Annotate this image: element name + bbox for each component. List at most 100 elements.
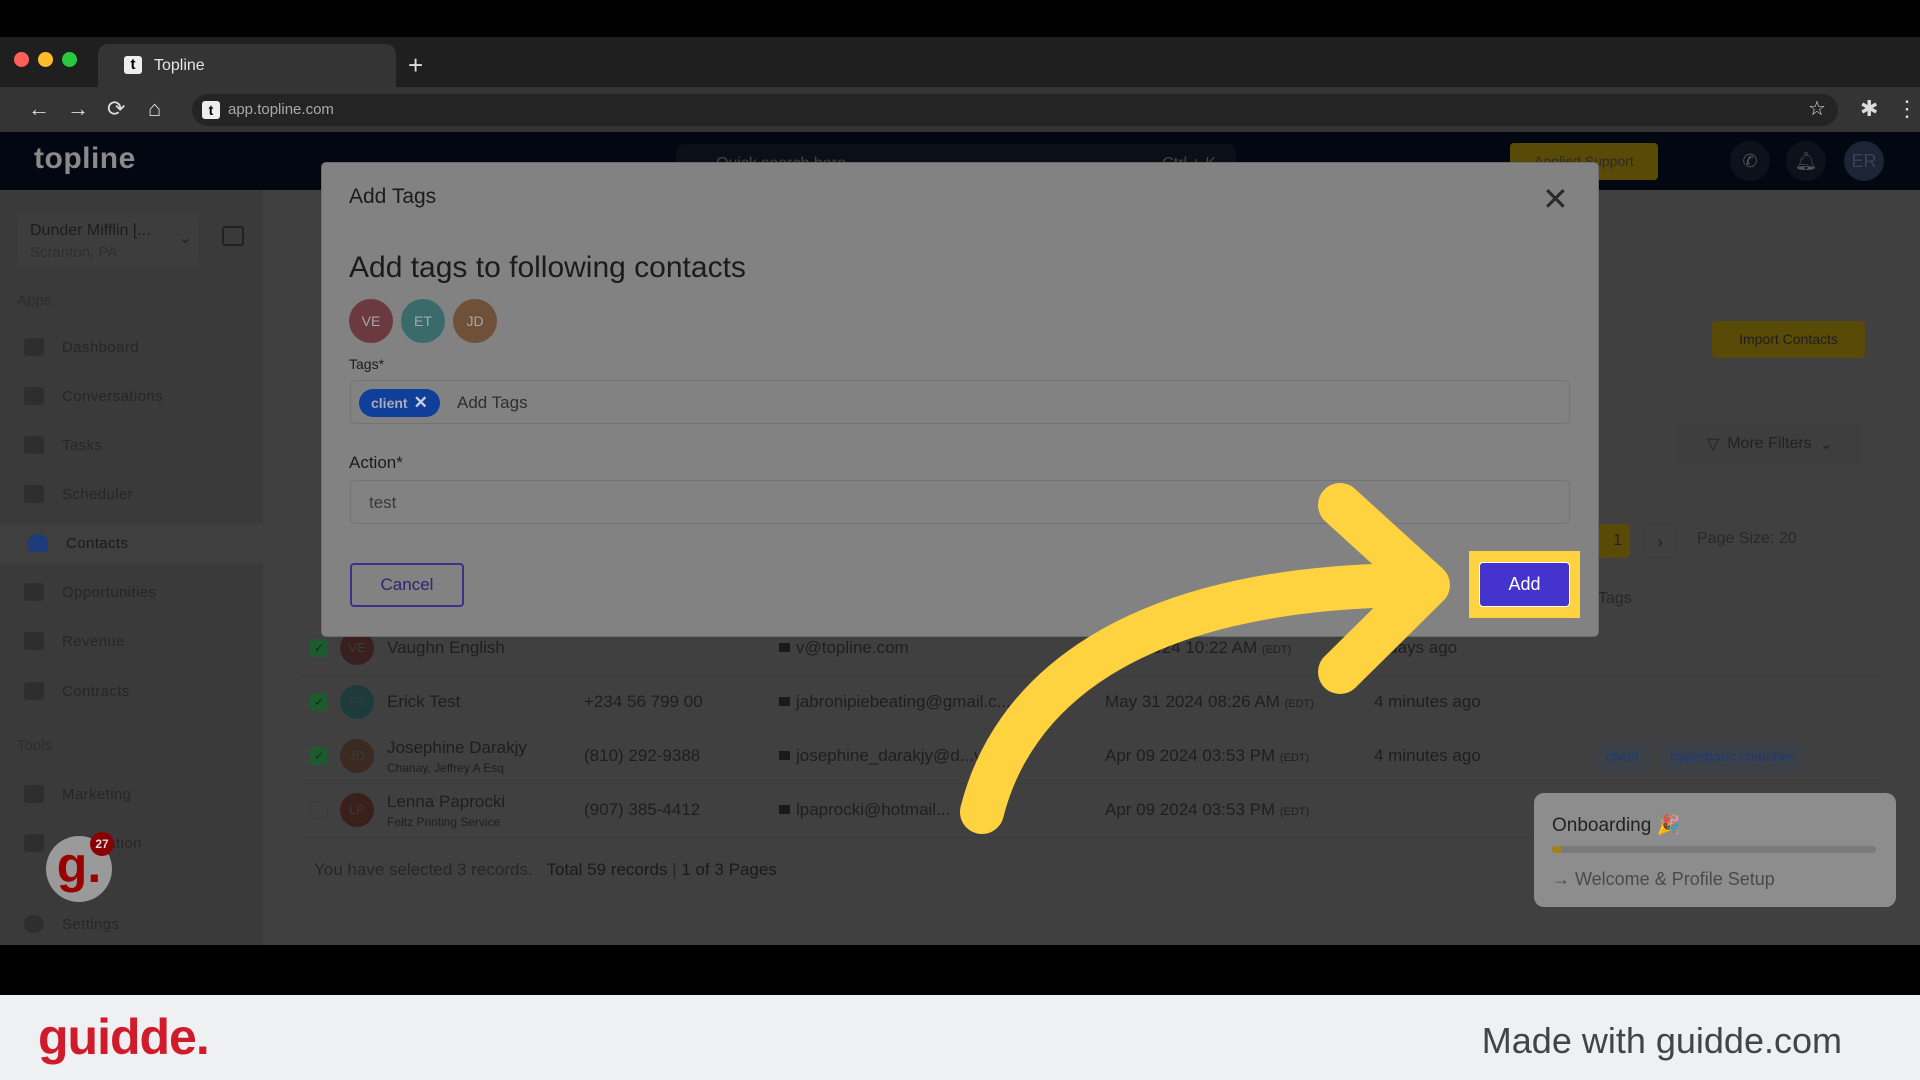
- avatar: LP: [340, 793, 374, 827]
- home-icon[interactable]: ⌂: [148, 96, 161, 122]
- tags-input[interactable]: client ✕ Add Tags: [350, 380, 1570, 424]
- browser-tab[interactable]: t Topline: [98, 44, 396, 87]
- screen-bottom: [0, 945, 1920, 995]
- document-icon: [24, 682, 44, 700]
- back-icon[interactable]: ←: [28, 96, 50, 122]
- onboarding-progress-fill: [1552, 846, 1562, 853]
- sidebar-item-dashboard[interactable]: Dashboard: [20, 327, 260, 367]
- tag-pill[interactable]: client: [1596, 740, 1649, 772]
- row-checkbox[interactable]: ✓: [310, 639, 328, 657]
- gear-icon: [24, 915, 44, 933]
- sidebar-item-opportunities[interactable]: Opportunities: [20, 572, 260, 612]
- timezone: (EDT): [1279, 752, 1310, 764]
- sidebar-item-tasks[interactable]: Tasks: [20, 425, 260, 465]
- user-icon: [28, 534, 48, 552]
- contact-name[interactable]: Erick Test: [387, 692, 460, 712]
- modal-heading: Add tags to following contacts: [349, 251, 746, 284]
- dashboard-icon: [24, 338, 44, 356]
- sidebar-item-contacts[interactable]: Contacts: [0, 523, 263, 563]
- sidebar-item-label: Scheduler: [62, 485, 134, 503]
- sidebar-item-conversations[interactable]: Conversations: [20, 376, 260, 416]
- tag-pill[interactable]: hyperbaric chamber: [1660, 740, 1804, 772]
- url-bar[interactable]: t app.topline.com: [192, 94, 1838, 126]
- action-value: test: [369, 493, 397, 512]
- topline-logo[interactable]: topline: [34, 142, 136, 176]
- site-favicon-icon: t: [202, 101, 220, 119]
- sidebar-item-label: Settings: [62, 915, 120, 933]
- avatar: ET: [340, 685, 374, 719]
- sidebar-item-contracts[interactable]: Contracts: [20, 671, 260, 711]
- contact-company: Feltz Printing Service: [387, 815, 501, 829]
- contact-created: May 31 2024 08:26 AM (EDT): [1105, 692, 1314, 712]
- close-icon[interactable]: ✕: [1542, 183, 1569, 215]
- tools-section-label: Tools: [17, 737, 53, 754]
- contact-company: Chanay, Jeffrey A Esq: [387, 761, 504, 775]
- sidebar-item-label: Opportunities: [62, 583, 157, 601]
- pagination-next-button[interactable]: ›: [1644, 524, 1676, 558]
- url-text: app.topline.com: [228, 101, 334, 118]
- bookmark-star-icon[interactable]: ☆: [1808, 96, 1826, 121]
- add-button[interactable]: Add: [1479, 562, 1570, 607]
- sidebar-item-scheduler[interactable]: Scheduler: [20, 474, 260, 514]
- extensions-icon[interactable]: ✱: [1860, 96, 1878, 122]
- bell-icon[interactable]: 🔔︎: [1786, 141, 1826, 181]
- row-checkbox[interactable]: [310, 801, 328, 819]
- remove-tag-icon[interactable]: ✕: [414, 393, 428, 412]
- contact-name[interactable]: Lenna Paprocki: [387, 792, 505, 812]
- browser-menu-icon[interactable]: ⋮: [1896, 96, 1918, 122]
- onboarding-title: Onboarding 🎉: [1552, 815, 1681, 836]
- timezone: (EDT): [1279, 806, 1310, 818]
- avatar: VE: [349, 299, 393, 343]
- row-checkbox[interactable]: ✓: [310, 693, 328, 711]
- filter-icon: ▽: [1706, 435, 1720, 453]
- contact-created: Apr 09 2024 03:53 PM (EDT): [1105, 746, 1309, 766]
- onboarding-step-link[interactable]: → Welcome & Profile Setup: [1552, 869, 1775, 890]
- collapse-sidebar-icon[interactable]: [222, 226, 244, 246]
- sidebar-item-revenue[interactable]: Revenue: [20, 621, 260, 661]
- company-switcher[interactable]: Dunder Mifflin [... Scranton, PA ⌄: [18, 212, 198, 268]
- reload-icon[interactable]: ⟳: [107, 96, 125, 122]
- table-row[interactable]: ✓ JD Josephine Darakjy Chanay, Jeffrey A…: [300, 730, 1880, 784]
- row-checkbox[interactable]: ✓: [310, 747, 328, 765]
- contact-created: Apr 09 2024 03:53 PM (EDT): [1105, 800, 1309, 820]
- pagination-current-page[interactable]: 1: [1598, 524, 1630, 558]
- chevron-down-icon: ⌄: [178, 230, 192, 247]
- modal-title: Add Tags: [349, 185, 437, 208]
- contact-name[interactable]: Josephine Darakjy: [387, 738, 527, 758]
- sidebar-item-label: Contacts: [66, 534, 129, 552]
- avatar: JD: [453, 299, 497, 343]
- contact-created: ...04 2024 10:22 AM (EDT): [1105, 638, 1291, 658]
- date-text: ...04 2024 10:22 AM: [1105, 638, 1258, 657]
- tasks-icon: [24, 436, 44, 454]
- maximize-window-button[interactable]: [62, 52, 77, 67]
- timezone: (EDT): [1284, 698, 1314, 710]
- company-location: Scranton, PA: [30, 244, 118, 261]
- forward-icon[interactable]: →: [67, 96, 89, 122]
- close-window-button[interactable]: [14, 52, 29, 67]
- user-avatar[interactable]: ER: [1844, 141, 1884, 181]
- sidebar-item-settings[interactable]: Settings: [20, 904, 260, 944]
- page-size-select[interactable]: Page Size: 20: [1697, 530, 1797, 548]
- contact-phone: (907) 385-4412: [584, 800, 701, 819]
- sidebar-item-label: Tasks: [62, 436, 103, 454]
- megaphone-icon: [24, 785, 44, 803]
- minimize-window-button[interactable]: [38, 52, 53, 67]
- onboarding-widget[interactable]: Onboarding 🎉 → Welcome & Profile Setup: [1534, 793, 1896, 907]
- contact-name[interactable]: Vaughn English: [387, 638, 505, 658]
- date-text: Apr 09 2024 03:53 PM: [1105, 800, 1276, 819]
- tags-column-header: Tags: [1598, 590, 1632, 607]
- phone-icon[interactable]: ✆: [1730, 141, 1770, 181]
- action-input[interactable]: test: [350, 480, 1570, 524]
- notification-badge: 27: [90, 832, 114, 856]
- sidebar-item-label: Marketing: [62, 785, 132, 803]
- table-row[interactable]: ✓ ET Erick Test +234 56 799 00 jabronipi…: [300, 676, 1880, 730]
- total-records: Total 59 records: [546, 860, 668, 879]
- sidebar-item-marketing[interactable]: Marketing: [20, 774, 260, 814]
- cancel-button[interactable]: Cancel: [350, 563, 464, 607]
- new-tab-button[interactable]: +: [408, 50, 423, 81]
- avatar: ET: [401, 299, 445, 343]
- gears-icon: [24, 834, 44, 852]
- import-contacts-button[interactable]: Import Contacts: [1712, 321, 1865, 358]
- more-filters-button[interactable]: ▽ More Filters ⌄: [1678, 422, 1862, 465]
- contact-updated: ...days ago: [1374, 638, 1458, 657]
